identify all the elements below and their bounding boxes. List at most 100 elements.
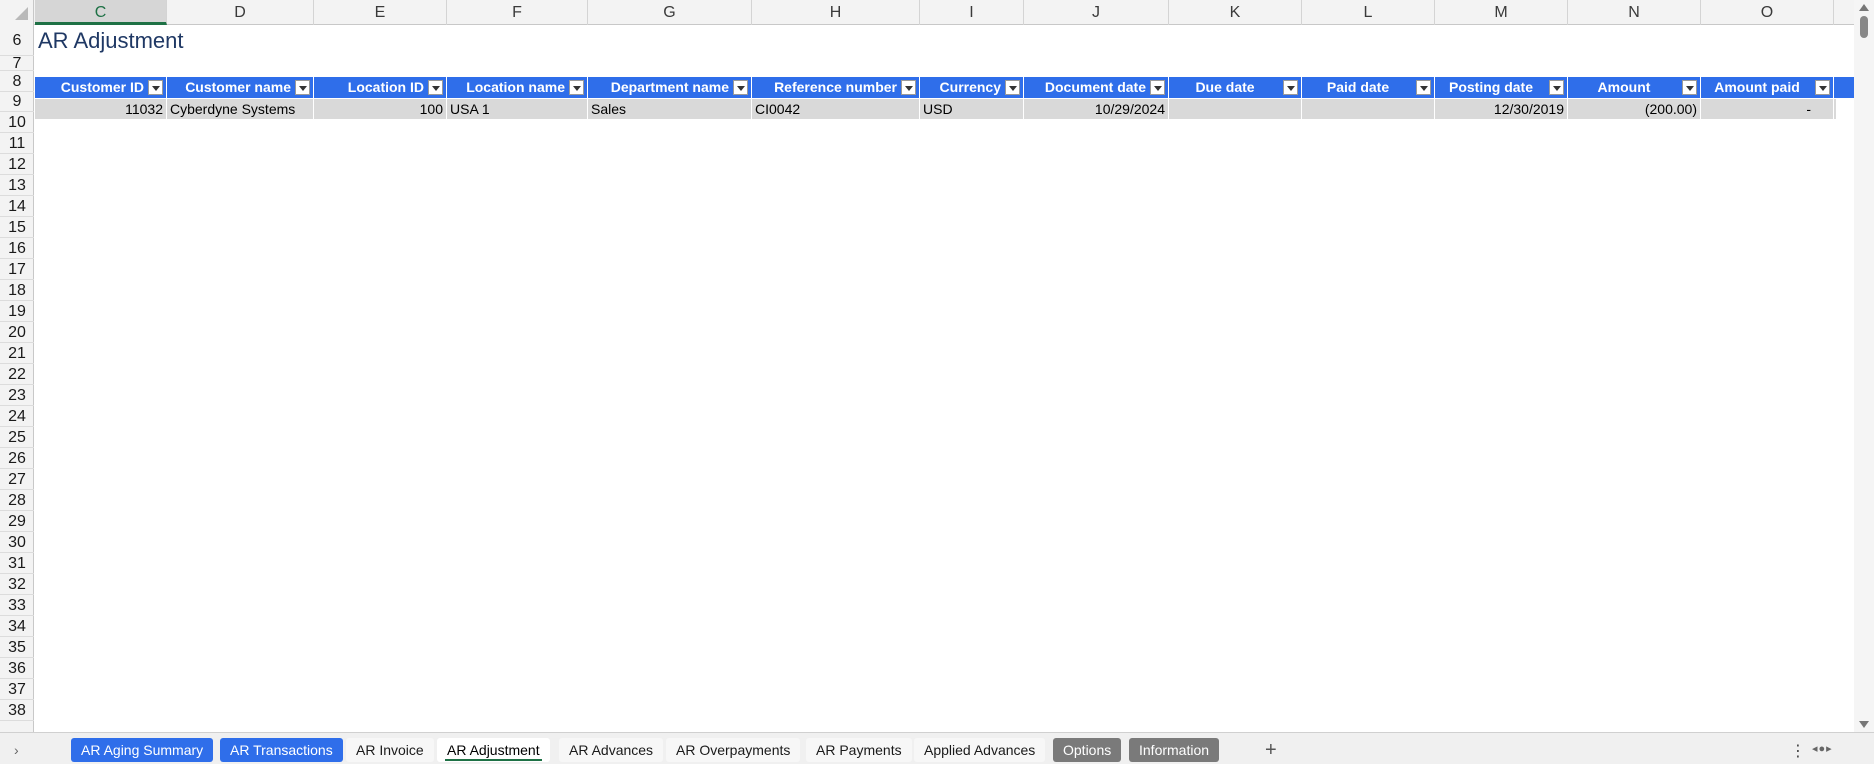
row-header[interactable]: 38 [0, 700, 34, 721]
cell-paid-date[interactable] [1302, 99, 1435, 119]
row-header[interactable]: 26 [0, 448, 34, 469]
column-header-m[interactable]: M [1435, 0, 1568, 25]
filter-dropdown-icon[interactable] [1283, 80, 1298, 95]
row-header[interactable]: 12 [0, 154, 34, 175]
row-header[interactable]: 16 [0, 238, 34, 259]
cell-location-id[interactable]: 100 [314, 99, 447, 119]
row-header[interactable]: 28 [0, 490, 34, 511]
filter-dropdown-icon[interactable] [1416, 80, 1431, 95]
filter-dropdown-icon[interactable] [1682, 80, 1697, 95]
horizontal-scroll-control-icon[interactable]: ◂●▸ [1812, 742, 1833, 755]
row-header[interactable]: 11 [0, 133, 34, 154]
header-reference-number[interactable]: Reference number [752, 77, 920, 98]
header-customer-name[interactable]: Customer name [167, 77, 314, 98]
header-currency[interactable]: Currency [920, 77, 1024, 98]
filter-dropdown-icon[interactable] [148, 80, 163, 95]
row-header[interactable]: 20 [0, 322, 34, 343]
row-header[interactable]: 27 [0, 469, 34, 490]
filter-dropdown-icon[interactable] [1005, 80, 1020, 95]
row-header[interactable]: 22 [0, 364, 34, 385]
row-header[interactable]: 30 [0, 532, 34, 553]
filter-dropdown-icon[interactable] [428, 80, 443, 95]
scroll-down-icon[interactable] [1859, 721, 1869, 728]
row-header[interactable]: 6 [0, 25, 34, 56]
column-header-k[interactable]: K [1169, 0, 1302, 25]
row-header[interactable]: 15 [0, 217, 34, 238]
header-department-name[interactable]: Department name [588, 77, 752, 98]
scroll-up-icon[interactable] [1859, 4, 1869, 11]
row-header[interactable]: 19 [0, 301, 34, 322]
column-header-n[interactable]: N [1568, 0, 1701, 25]
header-customer-id[interactable]: Customer ID [35, 77, 167, 98]
row-header[interactable]: 34 [0, 616, 34, 637]
cell-location-name[interactable]: USA 1 [447, 99, 588, 119]
row-header[interactable]: 25 [0, 427, 34, 448]
header-document-date[interactable]: Document date [1024, 77, 1169, 98]
cell-amount-paid[interactable]: - [1701, 99, 1834, 119]
column-header-d[interactable]: D [167, 0, 314, 25]
tab-ar-advances[interactable]: AR Advances [559, 738, 664, 762]
scroll-thumb[interactable] [1860, 16, 1868, 38]
filter-dropdown-icon[interactable] [901, 80, 916, 95]
filter-dropdown-icon[interactable] [569, 80, 584, 95]
row-header[interactable]: 14 [0, 196, 34, 217]
tab-ar-overpayments[interactable]: AR Overpayments [666, 738, 801, 762]
row-header[interactable]: 33 [0, 595, 34, 616]
row-header[interactable]: 36 [0, 658, 34, 679]
vertical-scrollbar[interactable] [1854, 0, 1874, 732]
header-posting-date[interactable]: Posting date [1435, 77, 1568, 98]
row-header[interactable]: 10 [0, 112, 34, 133]
column-header-f[interactable]: F [447, 0, 588, 25]
tab-ar-aging-summary[interactable]: AR Aging Summary [71, 738, 214, 762]
more-vertical-icon[interactable]: ⋮ [1790, 741, 1806, 761]
header-location-id[interactable]: Location ID [314, 77, 447, 98]
column-header-g[interactable]: G [588, 0, 752, 25]
cell-posting-date[interactable]: 12/30/2019 [1435, 99, 1568, 119]
tab-ar-payments[interactable]: AR Payments [806, 738, 912, 762]
column-header-c[interactable]: C [35, 0, 167, 25]
row-header[interactable]: 18 [0, 280, 34, 301]
filter-dropdown-icon[interactable] [1150, 80, 1165, 95]
chevron-right-icon[interactable]: › [14, 742, 19, 758]
row-header[interactable]: 23 [0, 385, 34, 406]
cell-amount[interactable]: (200.00) [1568, 99, 1701, 119]
row-header[interactable]: 17 [0, 259, 34, 280]
cell-reference-number[interactable]: CI0042 [752, 99, 920, 119]
header-amount-paid[interactable]: Amount paid [1701, 77, 1834, 98]
row-header[interactable]: 32 [0, 574, 34, 595]
sheet-title[interactable]: AR Adjustment [38, 28, 184, 54]
plus-icon[interactable]: + [1265, 738, 1277, 762]
header-location-name[interactable]: Location name [447, 77, 588, 98]
cell-department-name[interactable]: Sales [588, 99, 752, 119]
row-header[interactable]: 24 [0, 406, 34, 427]
select-all-corner[interactable] [0, 0, 34, 25]
cell-currency[interactable]: USD [920, 99, 1024, 119]
cell-document-date[interactable]: 10/29/2024 [1024, 99, 1169, 119]
header-paid-date[interactable]: Paid date [1302, 77, 1435, 98]
row-header[interactable]: 21 [0, 343, 34, 364]
column-header-j[interactable]: J [1024, 0, 1169, 25]
column-header-o[interactable]: O [1701, 0, 1834, 25]
row-header[interactable]: 9 [0, 92, 34, 112]
row-header[interactable]: 7 [0, 56, 34, 72]
tab-applied-advances[interactable]: Applied Advances [914, 738, 1046, 762]
header-due-date[interactable]: Due date [1169, 77, 1302, 98]
filter-dropdown-icon[interactable] [733, 80, 748, 95]
tab-ar-invoice[interactable]: AR Invoice [346, 738, 434, 762]
row-header[interactable]: 29 [0, 511, 34, 532]
sheet-grid[interactable]: C D E F G H I J K L M N O 6 7 8 9 10 11 12 13 14… [0, 0, 1854, 732]
filter-dropdown-icon[interactable] [1815, 80, 1830, 95]
column-header-h[interactable]: H [752, 0, 920, 25]
tab-information[interactable]: Information [1129, 738, 1220, 762]
cell-customer-name[interactable]: Cyberdyne Systems [167, 99, 314, 119]
column-header-e[interactable]: E [314, 0, 447, 25]
row-header[interactable]: 31 [0, 553, 34, 574]
column-header-i[interactable]: I [920, 0, 1024, 25]
column-header-l[interactable]: L [1302, 0, 1435, 25]
cell-customer-id[interactable]: 11032 [35, 99, 167, 119]
tab-ar-adjustment[interactable]: AR Adjustment [437, 738, 550, 762]
filter-dropdown-icon[interactable] [1549, 80, 1564, 95]
cell-due-date[interactable] [1169, 99, 1302, 119]
header-amount[interactable]: Amount [1568, 77, 1701, 98]
tab-options[interactable]: Options [1053, 738, 1122, 762]
